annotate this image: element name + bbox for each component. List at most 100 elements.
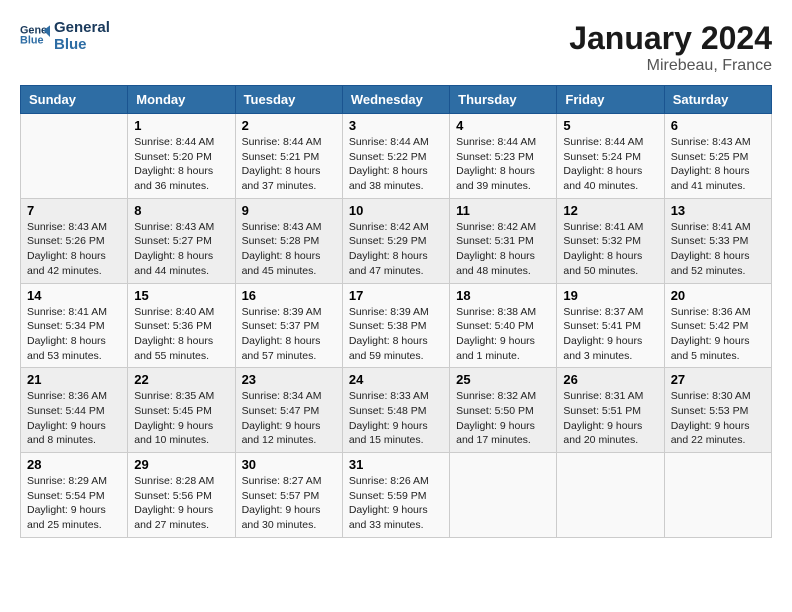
calendar-cell: 23 Sunrise: 8:34 AM Sunset: 5:47 PM Dayli… (235, 368, 342, 453)
calendar-cell: 10Sunrise: 8:42 AM Sunset: 5:29 PM Dayli… (342, 198, 449, 283)
day-info: Sunrise: 8:42 AM Sunset: 5:31 PM Dayligh… (456, 220, 550, 279)
calendar-cell: 6 Sunrise: 8:43 AM Sunset: 5:25 PM Daylig… (664, 114, 771, 199)
day-info: Sunrise: 8:42 AM Sunset: 5:29 PM Dayligh… (349, 220, 443, 279)
day-number: 29 (134, 457, 228, 472)
calendar-cell (557, 453, 664, 538)
day-number: 3 (349, 118, 443, 133)
calendar-cell: 31Sunrise: 8:26 AM Sunset: 5:59 PM Dayli… (342, 453, 449, 538)
header-day-tuesday: Tuesday (235, 86, 342, 114)
day-number: 14 (27, 288, 121, 303)
calendar-cell (664, 453, 771, 538)
calendar-cell: 14 Sunrise: 8:41 AM Sunset: 5:34 PM Dayli… (21, 283, 128, 368)
day-number: 17 (349, 288, 443, 303)
calendar-cell: 27Sunrise: 8:30 AM Sunset: 5:53 PM Dayli… (664, 368, 771, 453)
day-info: Sunrise: 8:43 AM Sunset: 5:25 PM Dayligh… (671, 135, 765, 194)
calendar-header-row: SundayMondayTuesdayWednesdayThursdayFrid… (21, 86, 772, 114)
calendar-cell: 5 Sunrise: 8:44 AM Sunset: 5:24 PM Daylig… (557, 114, 664, 199)
calendar-cell: 29 Sunrise: 8:28 AM Sunset: 5:56 PM Dayli… (128, 453, 235, 538)
day-number: 18 (456, 288, 550, 303)
calendar-cell: 3 Sunrise: 8:44 AM Sunset: 5:22 PM Daylig… (342, 114, 449, 199)
calendar-cell: 2 Sunrise: 8:44 AM Sunset: 5:21 PM Daylig… (235, 114, 342, 199)
day-info: Sunrise: 8:44 AM Sunset: 5:20 PM Dayligh… (134, 135, 228, 194)
header-day-saturday: Saturday (664, 86, 771, 114)
day-info: Sunrise: 8:40 AM Sunset: 5:36 PM Dayligh… (134, 305, 228, 364)
day-number: 23 (242, 372, 336, 387)
calendar-cell: 1 Sunrise: 8:44 AM Sunset: 5:20 PM Daylig… (128, 114, 235, 199)
day-info: Sunrise: 8:43 AM Sunset: 5:27 PM Dayligh… (134, 220, 228, 279)
day-number: 4 (456, 118, 550, 133)
calendar-cell (21, 114, 128, 199)
day-number: 2 (242, 118, 336, 133)
svg-text:Blue: Blue (20, 34, 43, 46)
day-number: 16 (242, 288, 336, 303)
day-info: Sunrise: 8:44 AM Sunset: 5:24 PM Dayligh… (563, 135, 657, 194)
calendar-cell (450, 453, 557, 538)
logo-general: General (54, 20, 110, 37)
day-info: Sunrise: 8:44 AM Sunset: 5:23 PM Dayligh… (456, 135, 550, 194)
day-info: Sunrise: 8:29 AM Sunset: 5:54 PM Dayligh… (27, 474, 121, 533)
calendar-cell: 26 Sunrise: 8:31 AM Sunset: 5:51 PM Dayli… (557, 368, 664, 453)
day-info: Sunrise: 8:41 AM Sunset: 5:32 PM Dayligh… (563, 220, 657, 279)
header-day-monday: Monday (128, 86, 235, 114)
header-day-thursday: Thursday (450, 86, 557, 114)
calendar-cell: 17 Sunrise: 8:39 AM Sunset: 5:38 PM Dayli… (342, 283, 449, 368)
day-info: Sunrise: 8:41 AM Sunset: 5:34 PM Dayligh… (27, 305, 121, 364)
header-day-wednesday: Wednesday (342, 86, 449, 114)
calendar-cell: 28 Sunrise: 8:29 AM Sunset: 5:54 PM Dayli… (21, 453, 128, 538)
day-info: Sunrise: 8:28 AM Sunset: 5:56 PM Dayligh… (134, 474, 228, 533)
day-number: 1 (134, 118, 228, 133)
logo-blue: Blue (54, 37, 110, 54)
calendar-cell: 19 Sunrise: 8:37 AM Sunset: 5:41 PM Dayli… (557, 283, 664, 368)
week-row-5: 28 Sunrise: 8:29 AM Sunset: 5:54 PM Dayli… (21, 453, 772, 538)
day-info: Sunrise: 8:36 AM Sunset: 5:44 PM Dayligh… (27, 389, 121, 448)
day-info: Sunrise: 8:34 AM Sunset: 5:47 PM Dayligh… (242, 389, 336, 448)
day-number: 25 (456, 372, 550, 387)
header-day-sunday: Sunday (21, 86, 128, 114)
week-row-3: 14 Sunrise: 8:41 AM Sunset: 5:34 PM Dayli… (21, 283, 772, 368)
day-number: 26 (563, 372, 657, 387)
day-number: 24 (349, 372, 443, 387)
calendar-cell: 4 Sunrise: 8:44 AM Sunset: 5:23 PM Daylig… (450, 114, 557, 199)
calendar-cell: 15Sunrise: 8:40 AM Sunset: 5:36 PM Dayli… (128, 283, 235, 368)
day-info: Sunrise: 8:39 AM Sunset: 5:38 PM Dayligh… (349, 305, 443, 364)
calendar-cell: 7 Sunrise: 8:43 AM Sunset: 5:26 PM Daylig… (21, 198, 128, 283)
week-row-4: 21 Sunrise: 8:36 AM Sunset: 5:44 PM Dayli… (21, 368, 772, 453)
calendar-cell: 16Sunrise: 8:39 AM Sunset: 5:37 PM Dayli… (235, 283, 342, 368)
day-number: 7 (27, 203, 121, 218)
calendar-body: 1 Sunrise: 8:44 AM Sunset: 5:20 PM Daylig… (21, 114, 772, 538)
logo-icon: General Blue (20, 22, 50, 52)
month-title: January 2024 (569, 20, 772, 57)
day-number: 13 (671, 203, 765, 218)
day-info: Sunrise: 8:31 AM Sunset: 5:51 PM Dayligh… (563, 389, 657, 448)
day-number: 6 (671, 118, 765, 133)
day-number: 19 (563, 288, 657, 303)
calendar-cell: 18 Sunrise: 8:38 AM Sunset: 5:40 PM Dayli… (450, 283, 557, 368)
title-section: January 2024 Mirebeau, France (569, 20, 772, 75)
day-info: Sunrise: 8:37 AM Sunset: 5:41 PM Dayligh… (563, 305, 657, 364)
week-row-1: 1 Sunrise: 8:44 AM Sunset: 5:20 PM Daylig… (21, 114, 772, 199)
calendar-cell: 24 Sunrise: 8:33 AM Sunset: 5:48 PM Dayli… (342, 368, 449, 453)
day-info: Sunrise: 8:35 AM Sunset: 5:45 PM Dayligh… (134, 389, 228, 448)
calendar-cell: 9Sunrise: 8:43 AM Sunset: 5:28 PM Daylig… (235, 198, 342, 283)
calendar-cell: 22Sunrise: 8:35 AM Sunset: 5:45 PM Dayli… (128, 368, 235, 453)
day-info: Sunrise: 8:43 AM Sunset: 5:26 PM Dayligh… (27, 220, 121, 279)
day-info: Sunrise: 8:41 AM Sunset: 5:33 PM Dayligh… (671, 220, 765, 279)
day-info: Sunrise: 8:30 AM Sunset: 5:53 PM Dayligh… (671, 389, 765, 448)
calendar-cell: 13 Sunrise: 8:41 AM Sunset: 5:33 PM Dayli… (664, 198, 771, 283)
day-info: Sunrise: 8:44 AM Sunset: 5:21 PM Dayligh… (242, 135, 336, 194)
day-number: 12 (563, 203, 657, 218)
day-number: 28 (27, 457, 121, 472)
day-info: Sunrise: 8:44 AM Sunset: 5:22 PM Dayligh… (349, 135, 443, 194)
day-number: 21 (27, 372, 121, 387)
day-number: 5 (563, 118, 657, 133)
day-number: 30 (242, 457, 336, 472)
day-info: Sunrise: 8:38 AM Sunset: 5:40 PM Dayligh… (456, 305, 550, 364)
calendar-table: SundayMondayTuesdayWednesdayThursdayFrid… (20, 85, 772, 538)
day-info: Sunrise: 8:32 AM Sunset: 5:50 PM Dayligh… (456, 389, 550, 448)
calendar-cell: 21 Sunrise: 8:36 AM Sunset: 5:44 PM Dayli… (21, 368, 128, 453)
week-row-2: 7 Sunrise: 8:43 AM Sunset: 5:26 PM Daylig… (21, 198, 772, 283)
day-info: Sunrise: 8:33 AM Sunset: 5:48 PM Dayligh… (349, 389, 443, 448)
day-info: Sunrise: 8:26 AM Sunset: 5:59 PM Dayligh… (349, 474, 443, 533)
logo: General Blue General Blue (20, 20, 110, 53)
header-day-friday: Friday (557, 86, 664, 114)
